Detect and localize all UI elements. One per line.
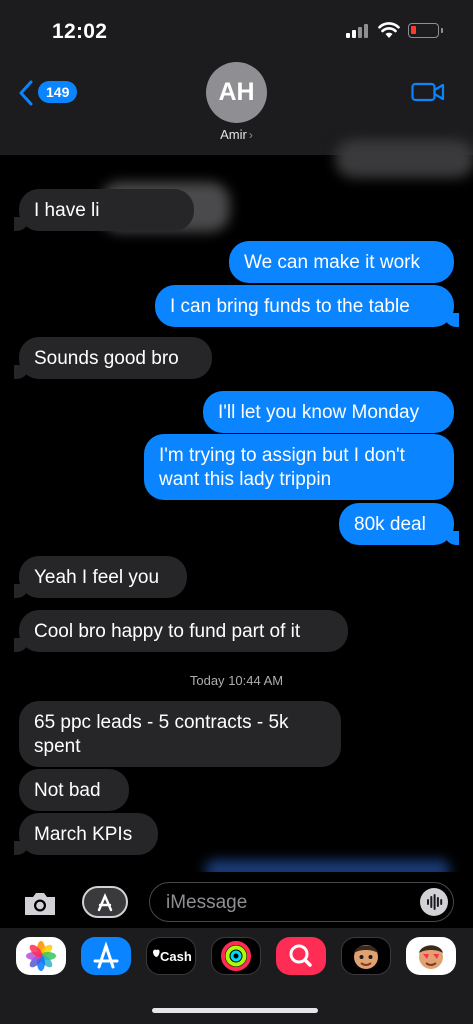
- back-button[interactable]: 149: [18, 78, 78, 106]
- message-outgoing[interactable]: I'll let you know Monday: [203, 391, 454, 433]
- message-text: 65 ppc leads - 5 contracts - 5k spent: [34, 712, 289, 757]
- app-store-icon: [93, 941, 119, 969]
- home-indicator[interactable]: [152, 1008, 318, 1013]
- message-outgoing[interactable]: We can make it work: [229, 241, 454, 283]
- image-search-app-button[interactable]: [276, 937, 326, 975]
- message-text: Not bad: [34, 780, 101, 801]
- chevron-right-icon: ›: [248, 128, 253, 142]
- timestamp-day: Today: [189, 673, 225, 688]
- message-text: I'll let you know Monday: [218, 402, 420, 423]
- message-outgoing[interactable]: I can bring funds to the table: [155, 285, 459, 327]
- app-store-button[interactable]: [82, 886, 128, 918]
- redaction-top: [335, 140, 473, 178]
- battery-icon: [408, 23, 443, 38]
- message-outgoing[interactable]: I'm trying to assign but I don't want th…: [144, 434, 454, 500]
- message-incoming[interactable]: March KPIs: [14, 813, 158, 855]
- message-incoming[interactable]: 65 ppc leads - 5 contracts - 5k spent: [19, 701, 341, 767]
- wifi-icon: [378, 22, 400, 38]
- app-store-icon: [97, 892, 113, 912]
- message-text: March KPIs: [34, 824, 133, 845]
- cellular-signal-icon: [346, 24, 372, 38]
- app-store-app-button[interactable]: [81, 937, 131, 975]
- message-text: I'm trying to assign but I don't want th…: [159, 445, 405, 490]
- status-time: 12:02: [52, 20, 108, 43]
- memoji-icon: [354, 945, 378, 969]
- apple-cash-app-button[interactable]: Cash: [146, 937, 196, 975]
- memoji-app-button[interactable]: [341, 937, 391, 975]
- message-incoming[interactable]: Not bad: [19, 769, 129, 811]
- message-text: Sounds good bro: [34, 348, 179, 369]
- message-text: I can bring funds to the table: [170, 296, 410, 317]
- contact-name: Amir: [220, 127, 247, 142]
- timestamp-time: 10:44 AM: [228, 673, 284, 688]
- chevron-left-icon: [19, 80, 33, 106]
- memoji-stickers-icon: [419, 945, 443, 969]
- facetime-video-icon[interactable]: [411, 81, 445, 103]
- activity-app-button[interactable]: [211, 937, 261, 975]
- message-text: 80k deal: [354, 514, 426, 535]
- audio-record-button[interactable]: [420, 888, 448, 916]
- waveform-icon: [427, 894, 443, 910]
- activity-icon: [221, 941, 251, 971]
- message-incoming[interactable]: I have li: [14, 189, 194, 231]
- message-incoming[interactable]: Cool bro happy to fund part of it: [14, 610, 348, 652]
- apple-cash-icon: Cash: [153, 949, 192, 964]
- unread-count-badge: 149: [38, 81, 78, 103]
- photos-icon: [26, 941, 56, 971]
- message-outgoing[interactable]: 80k deal: [339, 503, 459, 545]
- photos-app-button[interactable]: [16, 937, 66, 975]
- message-timestamp: Today 10:44 AM: [0, 673, 473, 688]
- message-text: I have li: [34, 200, 100, 221]
- imessage-input[interactable]: iMessage: [149, 882, 454, 922]
- message-incoming[interactable]: Sounds good bro: [14, 337, 212, 379]
- contact-avatar[interactable]: AH: [206, 62, 267, 123]
- memoji-stickers-app-button[interactable]: [406, 937, 456, 975]
- status-bar: 12:02: [0, 0, 473, 60]
- message-incoming[interactable]: Yeah I feel you: [14, 556, 187, 598]
- message-text: Cool bro happy to fund part of it: [34, 621, 301, 642]
- imessage-placeholder: iMessage: [166, 892, 248, 913]
- message-text: We can make it work: [244, 252, 420, 273]
- camera-icon[interactable]: [22, 890, 58, 918]
- apple-cash-label: Cash: [160, 949, 192, 964]
- search-images-icon: [289, 944, 312, 967]
- message-text: Yeah I feel you: [34, 567, 160, 588]
- compose-bar: iMessage: [0, 872, 473, 928]
